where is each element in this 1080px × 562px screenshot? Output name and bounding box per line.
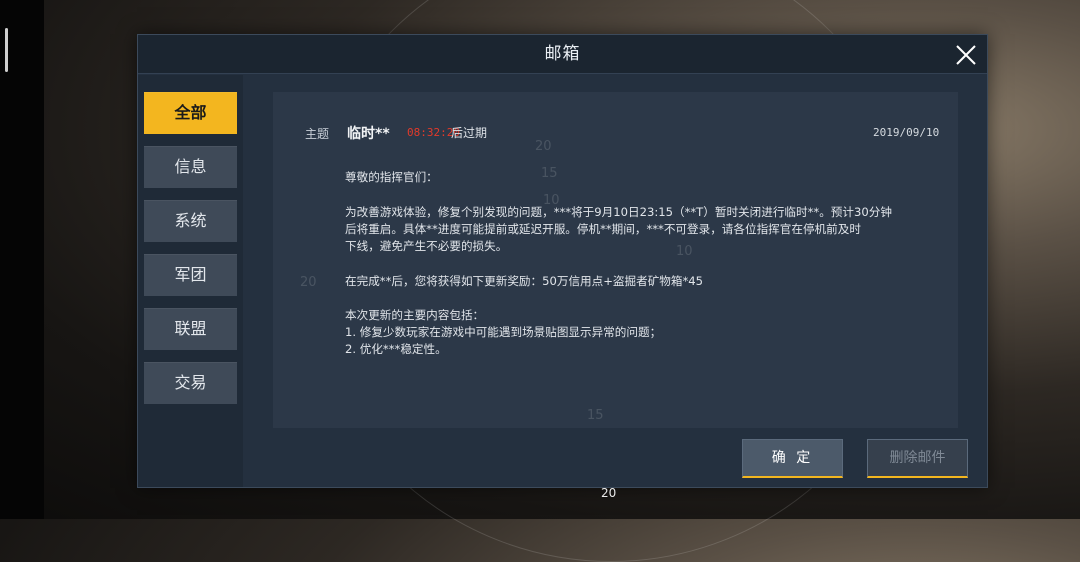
expire-suffix: 后过期 <box>451 126 488 140</box>
mail-subject: 临时** <box>347 126 390 142</box>
mail-list-item: 1. 修复少数玩家在游戏中可能遇到场景贴图显示异常的问题； <box>345 325 662 339</box>
delete-mail-button[interactable]: 删除邮件 <box>867 439 968 478</box>
dialog-header: 邮箱 <box>138 35 987 74</box>
tab-legion[interactable]: 军团 <box>144 254 237 296</box>
tab-system[interactable]: 系统 <box>144 200 237 242</box>
screen-edge <box>0 0 44 519</box>
mail-date: 2019/09/10 <box>873 126 940 139</box>
tab-alliance[interactable]: 联盟 <box>144 308 237 350</box>
map-coordinate: 20 <box>601 486 617 500</box>
mail-list-item: 2. 优化***稳定性。 <box>345 342 447 356</box>
mail-content-panel: 20 15 10 20 10 15 主题 临时** 08:32:20 后过期 2… <box>273 92 958 428</box>
tab-all[interactable]: 全部 <box>144 92 237 134</box>
mail-category-sidebar: 全部 信息 系统 军团 联盟 交易 <box>138 75 243 487</box>
subject-label: 主题 <box>305 127 330 141</box>
map-coordinate: 15 <box>587 408 604 423</box>
mail-paragraph-line: 下线，避免产生不必要的损失。 <box>345 239 508 253</box>
mail-paragraph-line: 后将重启。具体**进度可能提前或延迟开服。停机**期间，***不可登录，请各位指… <box>345 222 861 236</box>
map-coordinate: 20 <box>300 275 317 290</box>
mailbox-dialog: 邮箱 全部 信息 系统 军团 联盟 交易 20 15 10 20 10 15 主… <box>137 34 988 488</box>
notch-indicator <box>5 28 8 72</box>
mail-greeting: 尊敬的指挥官们： <box>345 170 438 184</box>
dialog-title: 邮箱 <box>544 44 581 64</box>
map-coordinate: 20 <box>535 139 552 154</box>
mail-paragraph-line: 本次更新的主要内容包括： <box>345 308 485 322</box>
mail-reward-line: 在完成**后，您将获得如下更新奖励：50万信用点+盗掘者矿物箱*45 <box>345 274 704 288</box>
confirm-button[interactable]: 确 定 <box>742 439 843 478</box>
close-icon[interactable] <box>952 41 980 69</box>
mail-paragraph-line: 为改善游戏体验，修复个别发现的问题，***将于9月10日23:15（**T）暂时… <box>345 205 892 219</box>
tab-trade[interactable]: 交易 <box>144 362 237 404</box>
tab-info[interactable]: 信息 <box>144 146 237 188</box>
